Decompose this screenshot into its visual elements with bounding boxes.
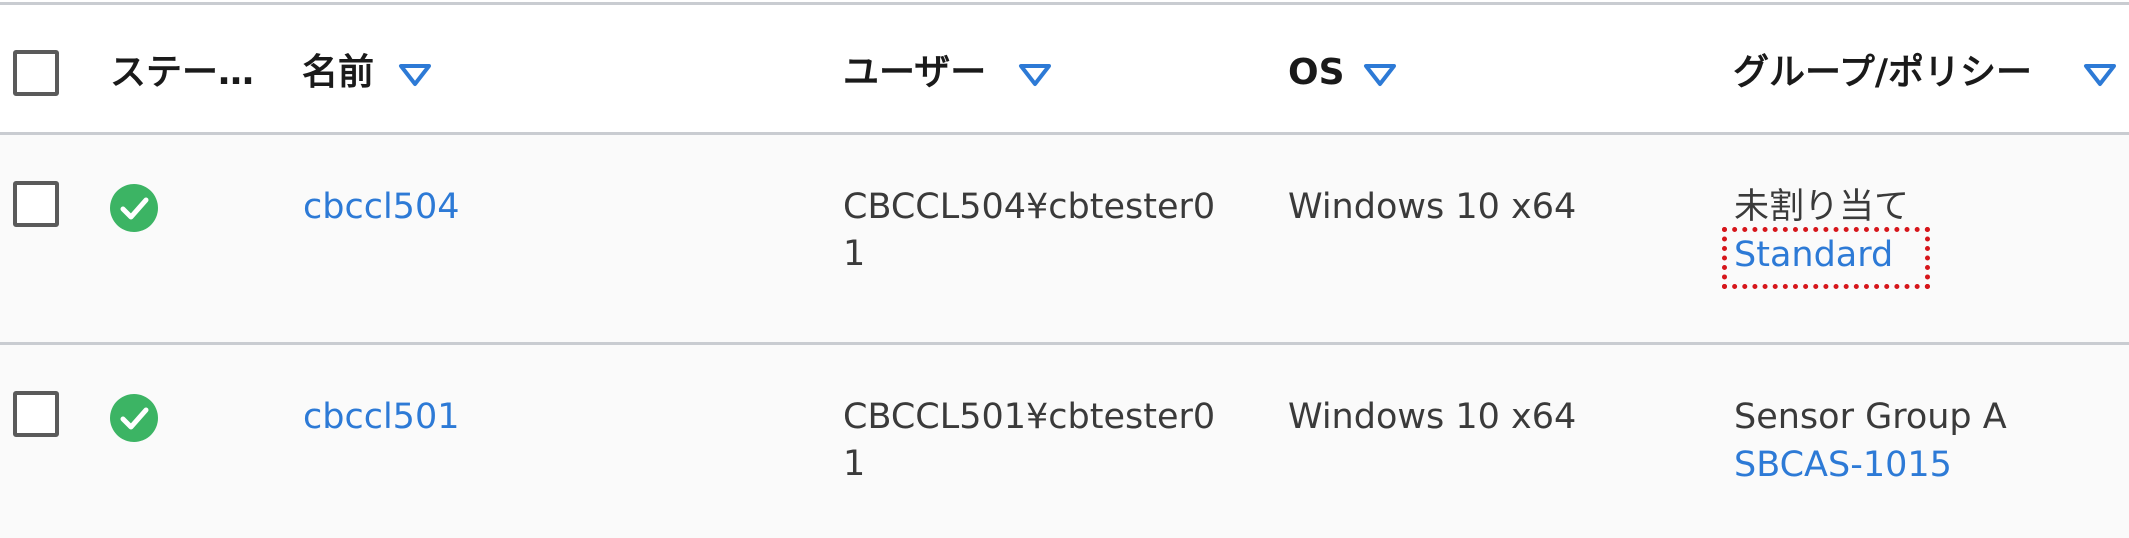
- policy-link[interactable]: SBCAS-1015: [1734, 442, 1952, 489]
- sort-group-policy-icon[interactable]: [2083, 63, 2117, 87]
- group-value: Sensor Group A: [1734, 397, 2007, 437]
- row-checkbox[interactable]: [13, 181, 59, 227]
- sort-os-icon[interactable]: [1363, 63, 1397, 87]
- sort-name-icon[interactable]: [398, 63, 432, 87]
- device-name-link[interactable]: cbccl501: [303, 394, 459, 441]
- policy-link[interactable]: Standard: [1734, 232, 1893, 279]
- os-value: Windows 10 x64: [1288, 187, 1577, 227]
- column-header-os[interactable]: OS: [1288, 50, 1345, 96]
- row-checkbox[interactable]: [13, 391, 59, 437]
- table-row: cbccl501 CBCCL501¥cbtester0 1 Windows 10…: [0, 345, 2129, 538]
- device-name-link[interactable]: cbccl504: [303, 184, 459, 231]
- user-value-wrap: 1: [843, 234, 866, 274]
- os-value: Windows 10 x64: [1288, 397, 1577, 437]
- sort-user-icon[interactable]: [1018, 63, 1052, 87]
- endpoint-table: ステー… 名前 ユーザー OS グループ/ポリシー cbccl504 CBCCL…: [0, 0, 2129, 538]
- column-header-status[interactable]: ステー…: [110, 50, 254, 96]
- column-header-name[interactable]: 名前: [302, 50, 374, 96]
- check-circle-icon: [110, 184, 158, 232]
- column-header-user[interactable]: ユーザー: [843, 50, 986, 96]
- group-value: 未割り当て: [1734, 187, 1910, 227]
- table-header: ステー… 名前 ユーザー OS グループ/ポリシー: [0, 5, 2129, 132]
- user-value-wrap: 1: [843, 444, 866, 484]
- user-value: CBCCL504¥cbtester0: [843, 187, 1216, 227]
- user-value: CBCCL501¥cbtester0: [843, 397, 1216, 437]
- column-header-group-policy[interactable]: グループ/ポリシー: [1733, 50, 2032, 96]
- check-circle-icon: [110, 394, 158, 442]
- select-all-checkbox[interactable]: [13, 50, 59, 96]
- table-row: cbccl504 CBCCL504¥cbtester0 1 Windows 10…: [0, 135, 2129, 342]
